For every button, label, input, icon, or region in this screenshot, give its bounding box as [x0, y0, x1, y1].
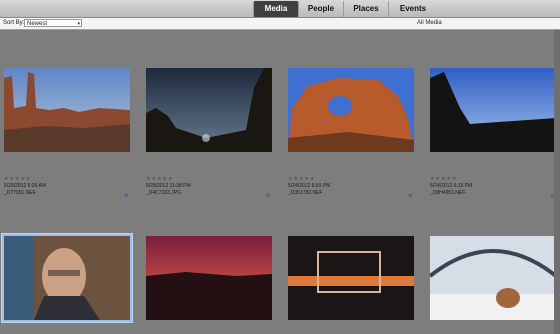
photo-thumbnail[interactable] — [430, 236, 556, 320]
photo-date: 5/28/2012 11:38 PM — [146, 183, 191, 189]
rating-stars[interactable]: ★★★★★ — [430, 176, 472, 183]
photo-meta: ★★★★★ 5/29/2012 6:26 AM _D77651.NEF — [4, 176, 46, 197]
photo-thumbnail[interactable] — [146, 236, 272, 320]
photo-thumbnail[interactable] — [146, 68, 272, 152]
top-bar: Media People Places Events — [0, 0, 560, 18]
photo-date: 5/24/2012 6:15 PM — [430, 183, 473, 189]
photo-filename: _D351782.NEF — [288, 190, 323, 196]
chevron-down-icon: ▾ — [77, 21, 80, 27]
sort-dropdown[interactable]: Newest ▾ — [24, 19, 82, 27]
photo-date: 5/29/2012 6:26 AM — [4, 183, 46, 189]
tab-events[interactable]: Events — [388, 1, 437, 17]
tab-media[interactable]: Media — [253, 1, 298, 17]
view-tabs: Media People Places Events — [253, 1, 437, 17]
rating-stars[interactable]: ★★★★★ — [4, 176, 46, 183]
photo-meta: ★★★★★ 5/28/2012 11:38 PM _D4C7103.JPG — [146, 176, 191, 197]
media-scope-label: All Media — [417, 20, 442, 26]
version-icon[interactable]: ◆ — [266, 192, 271, 199]
tab-people[interactable]: People — [298, 1, 343, 17]
scrollbar[interactable] — [554, 30, 560, 334]
sort-label: Sort By: — [3, 20, 25, 26]
rating-stars[interactable]: ★★★★★ — [288, 176, 330, 183]
photo-thumbnail[interactable] — [4, 68, 130, 152]
version-icon[interactable]: ◆ — [124, 192, 129, 199]
tab-places[interactable]: Places — [343, 1, 388, 17]
photo-filename: _D77651.NEF — [4, 190, 36, 196]
photo-filename: _D4C7103.JPG — [146, 190, 182, 196]
sort-value: Newest — [27, 21, 48, 27]
photo-date: 5/24/2012 6:59 PM — [288, 183, 331, 189]
photo-thumbnail-selected[interactable] — [2, 234, 132, 322]
photo-thumbnail[interactable] — [288, 68, 414, 152]
photo-meta: ★★★★★ 5/24/2012 6:59 PM _D351782.NEF — [288, 176, 330, 197]
photo-meta: ★★★★★ 5/24/2012 6:15 PM _D8H4951.NEF — [430, 176, 472, 197]
photo-thumbnail[interactable] — [288, 236, 414, 320]
toolbar: Sort By: Newest ▾ All Media — [0, 18, 560, 30]
version-icon[interactable]: ◆ — [408, 192, 413, 199]
photo-thumbnail[interactable] — [430, 68, 556, 152]
rating-stars[interactable]: ★★★★★ — [146, 176, 191, 183]
photo-filename: _D8H4951.NEF — [430, 190, 466, 196]
